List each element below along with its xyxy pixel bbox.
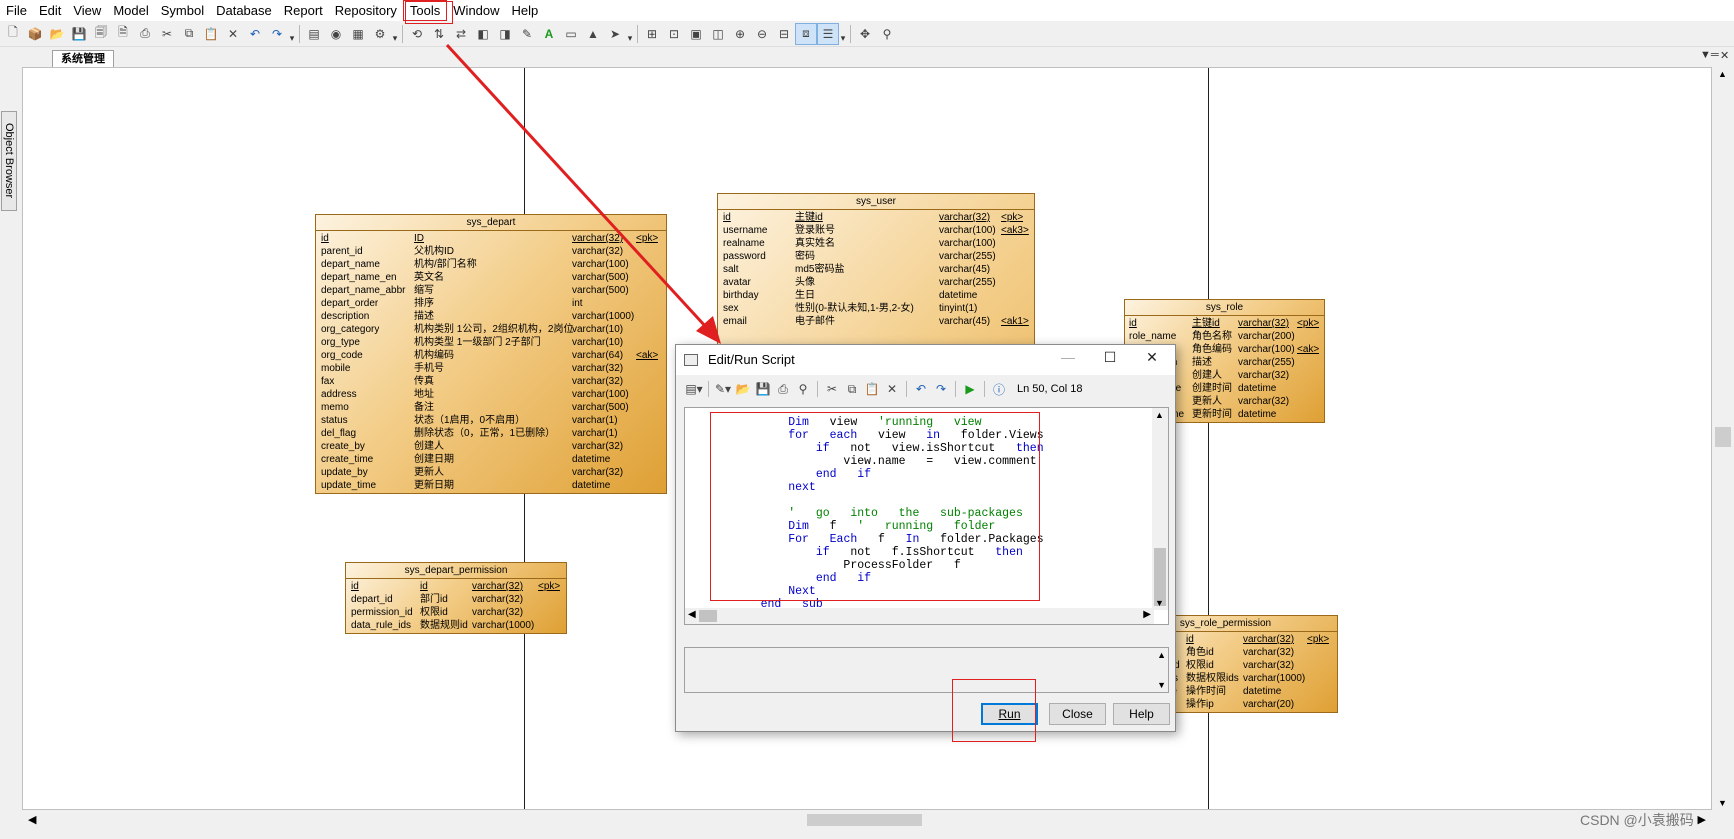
watermark: CSDN @小袁搬码: [1580, 812, 1694, 828]
arrow-shaft: [445, 43, 708, 329]
annotation-arrow: [445, 43, 721, 344]
